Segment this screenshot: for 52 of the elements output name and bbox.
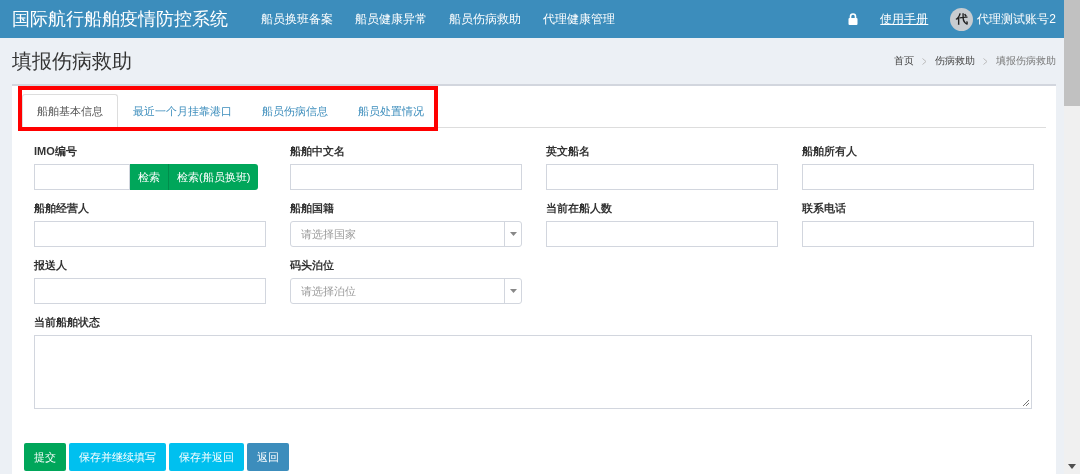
action-button[interactable]: 保存并继续填写 (69, 443, 166, 471)
caret-icon (509, 289, 517, 293)
tab[interactable]: 最近一个月挂靠港口 (118, 94, 247, 128)
breadcrumb-item: 填报伤病救助 (996, 54, 1056, 68)
search-button[interactable]: 检索 (130, 164, 169, 190)
nav-item[interactable]: 船员伤病救助 (438, 10, 532, 28)
app-title: 国际航行船舶疫情防控系统 (11, 8, 229, 31)
input-field[interactable] (34, 164, 130, 190)
nav-item[interactable]: 代理健康管理 (532, 10, 626, 28)
scroll-down-icon[interactable] (1068, 464, 1076, 469)
search-button[interactable]: 检索(船员换班) (169, 164, 259, 190)
nav-item[interactable]: 船员换班备案 (250, 10, 344, 28)
select-field[interactable]: 请选择国家 (290, 221, 522, 247)
input-field[interactable] (802, 164, 1034, 190)
field-label: 联系电话 (802, 201, 847, 216)
field-label: 船舶中文名 (290, 144, 346, 159)
field-label: IMO编号 (34, 144, 78, 159)
field-label: 船舶经营人 (34, 201, 90, 216)
field-label: 当前船舶状态 (34, 315, 101, 330)
action-button[interactable]: 保存并返回 (169, 443, 244, 471)
breadcrumb-item[interactable]: 首页 (894, 54, 914, 68)
text-area[interactable] (34, 335, 1032, 409)
action-button[interactable]: 提交 (24, 443, 66, 471)
field-label: 英文船名 (546, 144, 591, 159)
nav-item[interactable]: 船员健康异常 (344, 10, 438, 28)
field-label: 船舶国籍 (290, 201, 335, 216)
manual-link[interactable]: 使用手册 (880, 10, 929, 28)
chevron-icon (922, 57, 927, 65)
field-label: 码头泊位 (290, 258, 335, 273)
user-avatar[interactable]: 代 (950, 7, 974, 31)
breadcrumb-item[interactable]: 伤病救助 (935, 54, 975, 68)
input-field[interactable] (34, 221, 266, 247)
tab[interactable]: 船员处置情况 (343, 94, 439, 128)
input-field[interactable] (802, 221, 1034, 247)
field-label: 当前在船人数 (546, 201, 613, 216)
field-label: 船舶所有人 (802, 144, 858, 159)
input-field[interactable] (546, 164, 778, 190)
user-name[interactable]: 代理测试账号2 (977, 10, 1056, 28)
scrollbar-thumb[interactable] (1064, 0, 1080, 106)
select-field[interactable]: 请选择泊位 (290, 278, 522, 304)
resize-grip-icon (1022, 399, 1030, 407)
action-button[interactable]: 返回 (247, 443, 289, 471)
field-label: 报送人 (34, 258, 68, 273)
lock-icon[interactable] (848, 13, 859, 25)
input-field[interactable] (290, 164, 522, 190)
input-field[interactable] (34, 278, 266, 304)
caret-icon (509, 232, 517, 236)
input-field[interactable] (546, 221, 778, 247)
tab[interactable]: 船员伤病信息 (247, 94, 343, 128)
chevron-icon (983, 57, 988, 65)
tab[interactable]: 船舶基本信息 (22, 94, 118, 128)
page-title: 填报伤病救助 (12, 48, 132, 74)
